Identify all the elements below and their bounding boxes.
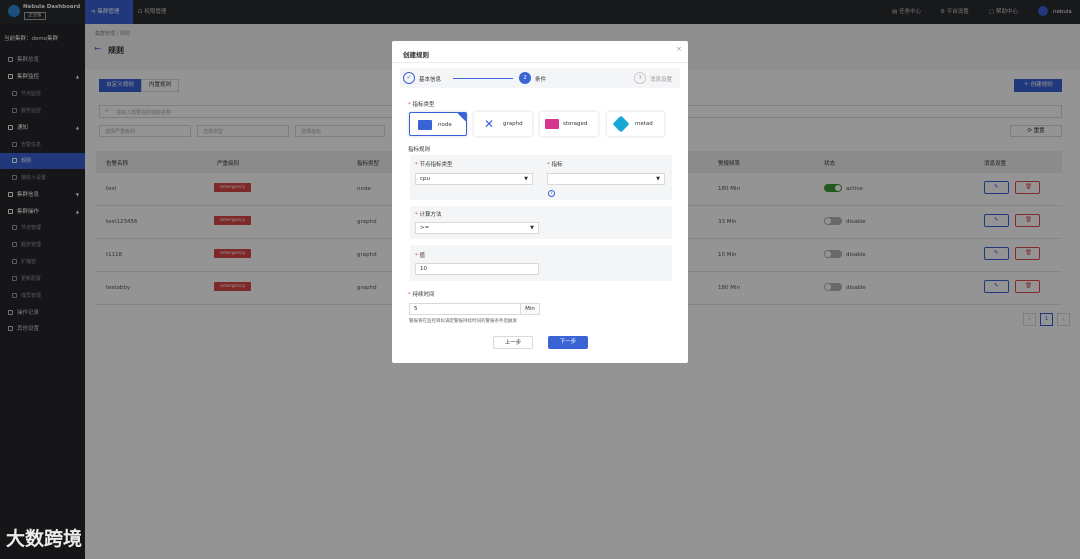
- metric-rule-label: 指标规则: [408, 147, 431, 153]
- type-card-metad[interactable]: metad: [607, 112, 664, 136]
- create-rule-modal: 创建规则 × ✓ 基本信息 2 条件 3 消息设置 * 指标类型 node ✕ …: [392, 41, 688, 363]
- type-card-storaged[interactable]: storaged: [540, 112, 598, 136]
- node-metric-type-select[interactable]: cpu ▼: [415, 173, 533, 185]
- type-graphd-label: graphd: [503, 121, 523, 127]
- step-1-label: 基本信息: [419, 77, 442, 83]
- metric-type-label: * 指标类型: [408, 102, 435, 108]
- step-2-label: 条件: [535, 77, 547, 83]
- duration-unit: Min: [520, 303, 540, 315]
- selected-corner-icon: [457, 113, 466, 122]
- duration-input[interactable]: 5: [409, 303, 521, 315]
- calc-method-label: * 计算方法: [415, 212, 442, 218]
- calc-method-value: >=: [420, 225, 430, 231]
- duration-label: * 持续时间: [408, 292, 435, 298]
- node-metric-type-value: cpu: [420, 176, 431, 182]
- caret-down-icon: ▼: [530, 225, 534, 231]
- prev-step-button[interactable]: 上一步: [493, 336, 533, 349]
- type-card-graphd[interactable]: ✕ graphd: [474, 112, 532, 136]
- info-icon[interactable]: i: [548, 190, 555, 197]
- close-icon[interactable]: ×: [676, 45, 682, 53]
- value-label: * 值: [415, 253, 426, 259]
- calc-method-select[interactable]: >= ▼: [415, 222, 539, 234]
- type-metad-label: metad: [635, 121, 653, 127]
- node-metric-type-label: * 节点指标类型: [415, 162, 453, 168]
- caret-down-icon: ▼: [656, 176, 660, 182]
- server-icon: [418, 120, 432, 130]
- next-step-button[interactable]: 下一步: [548, 336, 588, 349]
- metric-label: * 指标: [547, 162, 563, 168]
- type-node-label: node: [438, 122, 452, 128]
- step-connector: [453, 78, 513, 79]
- metric-select[interactable]: ▼: [547, 173, 665, 185]
- type-storaged-label: storaged: [563, 121, 588, 127]
- modal-title: 创建规则: [403, 51, 429, 59]
- caret-down-icon: ▼: [524, 176, 528, 182]
- step-3-number: 3: [634, 72, 646, 84]
- storage-icon: [545, 119, 559, 129]
- value-input[interactable]: 10: [415, 263, 539, 275]
- watermark: 大数跨境: [6, 528, 83, 550]
- duration-hint: 警报将在监控目标满足警报持续时间的警报条件后触发: [409, 319, 517, 324]
- type-card-node[interactable]: node: [409, 112, 467, 136]
- modal-divider: [392, 62, 688, 63]
- step-3-label: 消息设置: [650, 77, 673, 83]
- step-indicator: ✓ 基本信息 2 条件 3 消息设置: [400, 68, 680, 88]
- step-2-number: 2: [519, 72, 531, 84]
- step-1-check-icon: ✓: [403, 72, 415, 84]
- meta-icon: [612, 115, 630, 133]
- graph-icon: ✕: [484, 117, 495, 131]
